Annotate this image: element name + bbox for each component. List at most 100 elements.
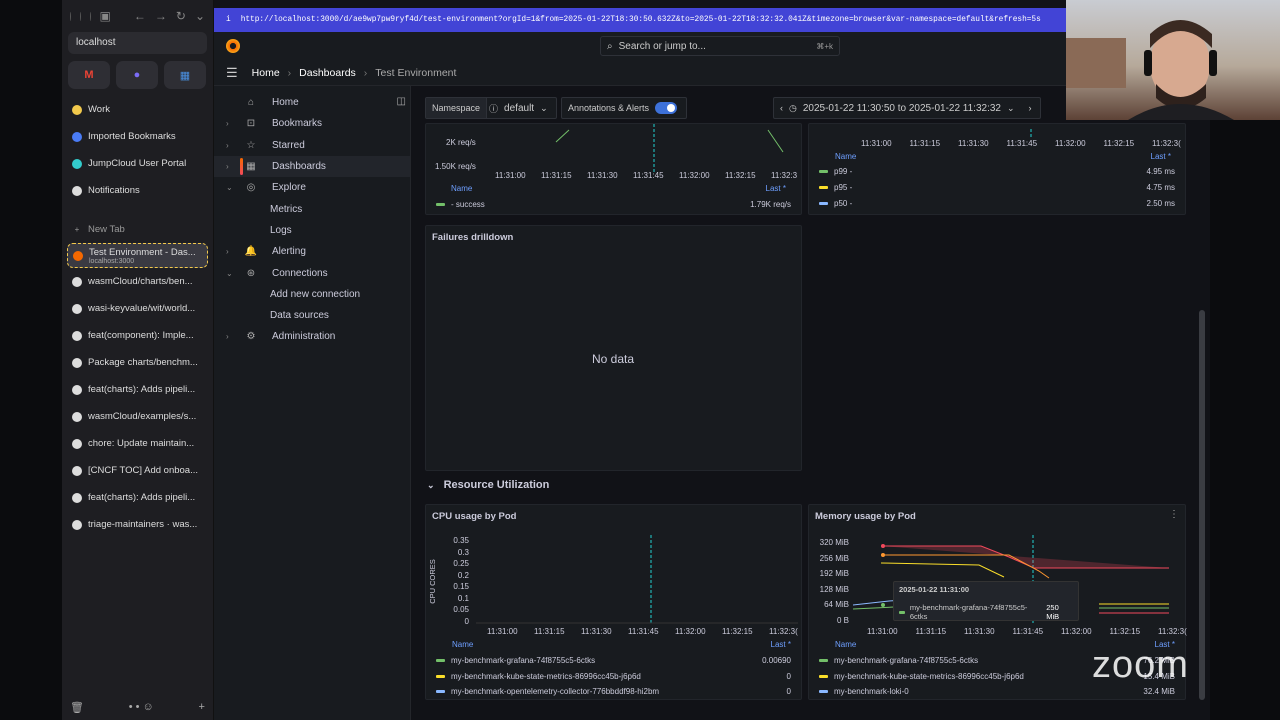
browser-tab[interactable]: feat(charts): Adds pipeli... xyxy=(62,376,213,403)
browser-tab[interactable]: chore: Update maintain... xyxy=(62,430,213,457)
archive-icon[interactable]: 🗑 xyxy=(70,701,84,714)
chevron-down-icon[interactable]: ⌄ xyxy=(195,9,205,23)
browser-tab[interactable]: Imported Bookmarks xyxy=(62,123,213,150)
series-name: p95 - xyxy=(834,183,853,192)
grafana-nav-menu: ⌂ Home › ⊡ Bookmarks › ☆ Starred › ▦ Dashboards ⌄ ◎ E… xyxy=(214,86,411,720)
sidebar-toggle-icon[interactable]: ▣ xyxy=(100,9,111,23)
browser-tab[interactable]: + New Tab xyxy=(62,216,213,243)
tab-text: wasmCloud/charts/ben... xyxy=(88,276,193,287)
browser-tab[interactable]: feat(component): Imple... xyxy=(62,322,213,349)
chevron-down-icon[interactable]: ⌄ xyxy=(226,183,240,192)
chevron-down-icon[interactable]: ⌄ xyxy=(226,269,240,278)
breadcrumb-home[interactable]: Home xyxy=(252,67,280,79)
github-icon xyxy=(72,492,82,503)
nav-item-home[interactable]: ⌂ Home xyxy=(214,92,410,113)
toggle-switch[interactable] xyxy=(655,102,678,114)
browser-tab[interactable]: Test Environment - Das... localhost:3000 xyxy=(67,243,208,268)
y-tick: 0.1 xyxy=(457,593,469,603)
nav-item-connections[interactable]: ⌄ ⊛ Connections xyxy=(214,262,410,283)
nav-item-add-new-connection[interactable]: Add new connection xyxy=(214,284,410,305)
browser-sidebar: ▣ ← → ↻ ⌄ localhost M ● ▦ Work Imported B… xyxy=(62,0,214,720)
gmail-pinned-tab[interactable]: M xyxy=(68,61,110,89)
breadcrumb-dashboards[interactable]: Dashboards xyxy=(299,67,356,79)
browser-tab[interactable]: [CNCF TOC] Add onboa... xyxy=(62,457,213,484)
legend-name-header[interactable]: Name xyxy=(452,640,473,649)
browser-tab[interactable]: Package charts/benchm... xyxy=(62,349,213,376)
legend-item[interactable]: my-benchmark-loki-0 xyxy=(819,687,909,696)
legend-last-header[interactable]: Last * xyxy=(766,184,786,193)
nav-item-alerting[interactable]: › 🔔 Alerting xyxy=(214,241,410,262)
address-bar[interactable]: i http://localhost:3000/d/ae9wp7pw9ryf4d… xyxy=(214,8,1066,32)
nav-item-metrics[interactable]: Metrics xyxy=(214,198,410,219)
legend-last-header[interactable]: Last * xyxy=(1151,152,1171,161)
browser-tab[interactable]: wasmCloud/examples/s... xyxy=(62,403,213,430)
arc-pinned-tab[interactable]: ● xyxy=(116,61,158,89)
calendar-pinned-tab[interactable]: ▦ xyxy=(164,61,206,89)
browser-tab[interactable]: wasi-keyvalue/wit/world... xyxy=(62,295,213,322)
chevron-right-icon[interactable]: › xyxy=(226,247,240,256)
reload-icon[interactable]: ↻ xyxy=(176,9,186,23)
browser-tab[interactable]: Work xyxy=(62,96,213,123)
search-input[interactable]: ⌕ Search or jump to... ⌘+k xyxy=(600,36,840,56)
grafana-logo-icon[interactable] xyxy=(226,39,240,53)
legend-item[interactable]: my-benchmark-grafana-74f8755c5-6ctks xyxy=(819,656,978,665)
chevron-right-icon[interactable]: › xyxy=(226,332,240,341)
x-tick: 11:32:15 xyxy=(725,171,756,180)
nav-item-logs[interactable]: Logs xyxy=(214,220,410,241)
back-arrow-icon[interactable]: ← xyxy=(134,9,146,23)
browser-url-field[interactable]: localhost xyxy=(68,32,207,54)
chevron-right-icon[interactable]: › xyxy=(1029,103,1032,113)
browser-tab[interactable]: feat(charts): Adds pipeli... xyxy=(62,484,213,511)
nav-item-explore[interactable]: ⌄ ◎ Explore xyxy=(214,177,410,198)
address-text[interactable]: http://localhost:3000/d/ae9wp7pw9ryf4d/t… xyxy=(241,16,1041,24)
legend-item[interactable]: my-benchmark-grafana-74f8755c5-6ctks xyxy=(436,656,595,665)
jumpcloud-icon xyxy=(72,158,82,169)
legend-name-header[interactable]: Name xyxy=(835,152,856,161)
annotations-toggle[interactable]: Annotations & Alerts xyxy=(561,97,687,119)
legend-item[interactable]: my-benchmark-opentelemetry-collector-776… xyxy=(436,687,659,696)
browser-tab[interactable]: triage-maintainers · was... xyxy=(62,511,213,538)
info-icon[interactable]: i xyxy=(226,16,231,24)
nav-item-starred[interactable]: › ☆ Starred xyxy=(214,135,410,156)
legend-item[interactable]: - success xyxy=(436,200,485,209)
browser-tab[interactable]: Notifications xyxy=(62,177,213,204)
chevron-right-icon[interactable]: › xyxy=(226,141,240,150)
legend-item[interactable]: my-benchmark-kube-state-metrics-86996cc4… xyxy=(819,672,1024,681)
namespace-variable[interactable]: Namespace ⓘ default ⌄ xyxy=(425,97,557,119)
browser-tab[interactable]: JumpCloud User Portal xyxy=(62,150,213,177)
x-tick: 11:32:00 xyxy=(675,627,706,636)
row-title: Resource Utilization xyxy=(443,479,550,491)
panel-title[interactable]: Failures drilldown xyxy=(432,232,513,243)
row-resource-utilization[interactable]: ⌄ Resource Utilization xyxy=(427,479,549,491)
forward-arrow-icon[interactable]: → xyxy=(155,9,167,23)
legend-item[interactable]: my-benchmark-kube-state-metrics-86996cc4… xyxy=(436,672,641,681)
nav-item-administration[interactable]: › ⚙ Administration xyxy=(214,326,410,347)
chevron-left-icon[interactable]: ‹ xyxy=(780,103,783,113)
legend-name-header[interactable]: Name xyxy=(835,640,856,649)
chevron-right-icon[interactable]: › xyxy=(226,119,240,128)
nav-label: Add new connection xyxy=(270,288,361,300)
minimize-window-button[interactable] xyxy=(79,11,81,21)
browser-tab[interactable]: wasmCloud/charts/ben... xyxy=(62,268,213,295)
add-space-icon[interactable]: + xyxy=(199,701,205,714)
chevron-right-icon[interactable]: › xyxy=(226,162,240,171)
x-tick: 11:31:45 xyxy=(628,627,659,636)
legend-last-header[interactable]: Last * xyxy=(771,640,791,649)
dock-menu-icon[interactable]: ◫ xyxy=(397,96,406,107)
legend-name-header[interactable]: Name xyxy=(451,184,472,193)
maximize-window-button[interactable] xyxy=(89,11,91,21)
space-dots-icon[interactable]: • • ☺ xyxy=(129,701,154,714)
nav-item-bookmarks[interactable]: › ⊡ Bookmarks xyxy=(214,113,410,134)
scrollbar-thumb[interactable] xyxy=(1199,310,1205,700)
nav-item-dashboards[interactable]: › ▦ Dashboards xyxy=(214,155,410,178)
legend-item[interactable]: p95 - xyxy=(819,183,852,192)
folder-icon xyxy=(72,131,82,142)
time-range-value: 2025-01-22 11:30:50 to 2025-01-22 11:32:… xyxy=(802,102,1001,114)
x-tick: 11:32:15 xyxy=(1103,139,1135,148)
time-range-picker[interactable]: ‹ ◷ 2025-01-22 11:30:50 to 2025-01-22 11… xyxy=(773,97,1041,119)
legend-item[interactable]: p50 - xyxy=(819,199,852,208)
legend-item[interactable]: p99 - xyxy=(819,167,852,176)
nav-item-data-sources[interactable]: Data sources xyxy=(214,305,410,326)
close-window-button[interactable] xyxy=(70,11,71,21)
menu-icon[interactable]: ☰ xyxy=(226,65,238,81)
